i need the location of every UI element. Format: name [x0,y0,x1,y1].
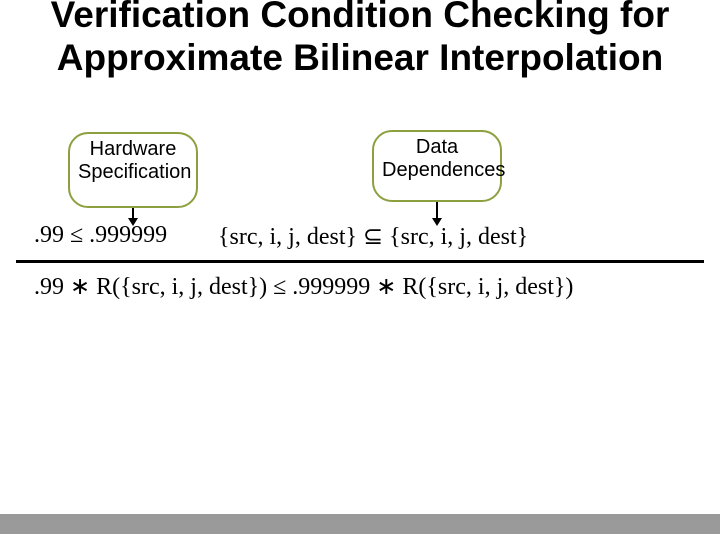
inequality-right: {src, i, j, dest} ⊆ {src, i, j, dest} [218,222,528,251]
arrow-down-icon [436,202,438,220]
arrow-down-icon [132,208,134,220]
data-dependences-bubble: Data Dependences [372,130,502,202]
hardware-spec-bubble: Hardware Specification [68,132,198,208]
footer-bar [0,514,720,534]
slide-title: Verification Condition Checking for Appr… [0,0,720,79]
formula-result: .99 ∗ R({src, i, j, dest}) ≤ .999999 ∗ R… [34,272,573,301]
inequality-left: .99 ≤ .999999 [34,222,167,249]
horizontal-divider [16,260,704,263]
